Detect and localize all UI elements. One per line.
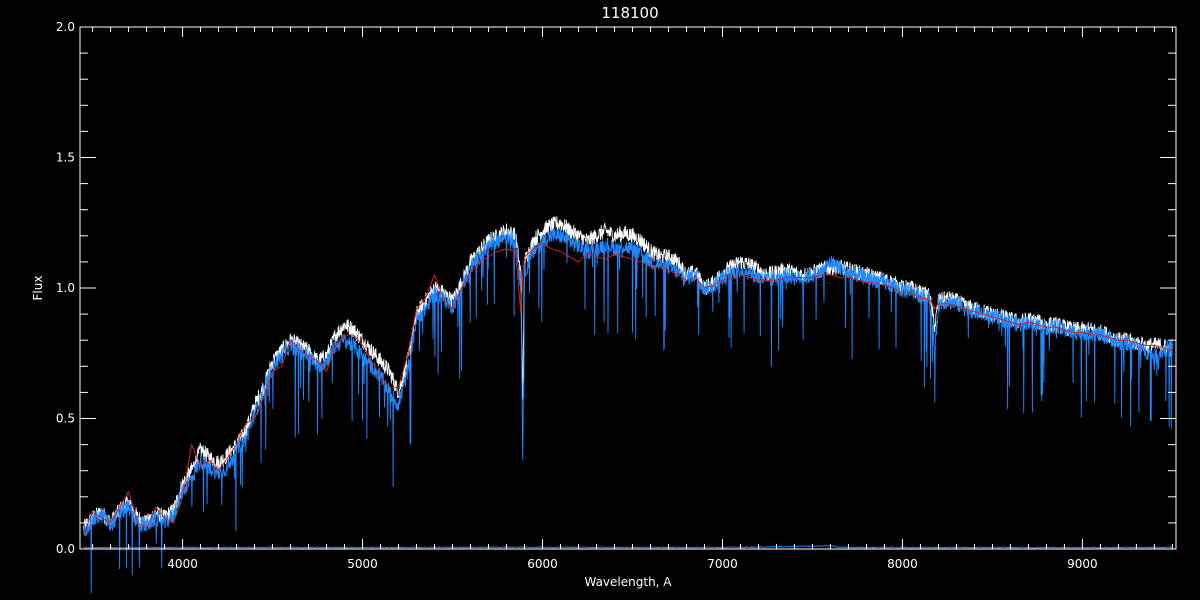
y-tick-label: 1.5 <box>56 151 75 165</box>
x-tick-label: 7000 <box>707 557 738 571</box>
chart-title: 118100 <box>601 4 658 22</box>
y-tick-label: 0.5 <box>56 412 75 426</box>
y-tick-label: 1.0 <box>56 281 75 295</box>
x-tick-label: 6000 <box>527 557 558 571</box>
x-axis-label: Wavelength, A <box>584 575 672 589</box>
spectrum-chart: 118100 4000 5000 6000 7000 8000 9000 0.0 0.5 1.0… <box>0 0 1200 600</box>
x-tick-label: 4000 <box>167 557 198 571</box>
x-tick-label: 8000 <box>887 557 918 571</box>
x-tick-label: 9000 <box>1067 557 1098 571</box>
y-tick-label: 0.0 <box>56 542 75 556</box>
x-tick-label: 5000 <box>347 557 378 571</box>
y-tick-label: 2.0 <box>56 20 75 34</box>
y-axis-label: Flux <box>31 276 45 301</box>
chart-background <box>0 0 1200 600</box>
